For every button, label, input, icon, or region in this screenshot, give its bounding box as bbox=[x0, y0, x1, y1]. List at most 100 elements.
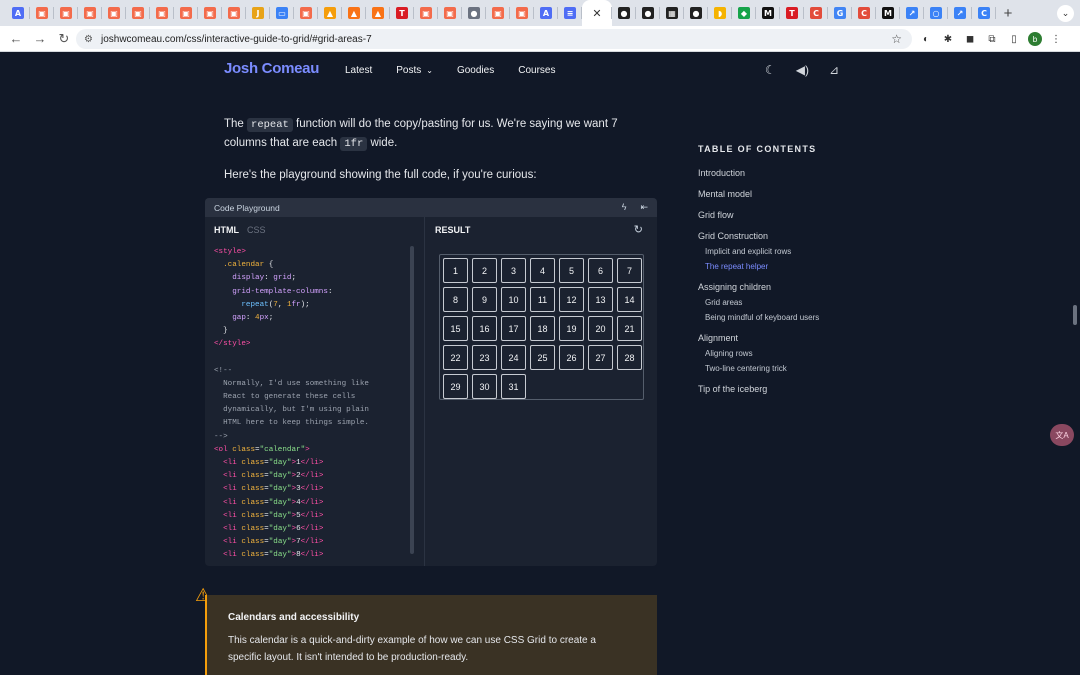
reload-icon[interactable]: ↻ bbox=[52, 27, 76, 51]
code-content[interactable]: <style> .calendar { display: grid; grid-… bbox=[214, 246, 414, 558]
nav-courses[interactable]: Courses bbox=[518, 65, 555, 76]
menu-icon[interactable]: ⋮ bbox=[1048, 31, 1064, 47]
browser-tab[interactable]: M bbox=[756, 0, 780, 26]
browser-tab[interactable]: C bbox=[972, 0, 996, 26]
nav-goodies[interactable]: Goodies bbox=[457, 65, 494, 76]
browser-tab[interactable]: C bbox=[804, 0, 828, 26]
toc-item[interactable]: Tip of the iceberg bbox=[698, 384, 767, 394]
toc-item[interactable]: Assigning children bbox=[698, 282, 771, 292]
back-icon[interactable]: ← bbox=[4, 27, 28, 51]
puzzle-icon[interactable]: ⧉ bbox=[984, 31, 1000, 47]
browser-tab[interactable]: ▣ bbox=[174, 0, 198, 26]
browser-tab[interactable]: ▣ bbox=[30, 0, 54, 26]
browser-tab[interactable]: ▣ bbox=[54, 0, 78, 26]
browser-tab[interactable]: A bbox=[534, 0, 558, 26]
page-scrollbar[interactable] bbox=[1073, 305, 1077, 325]
code-token: ; bbox=[268, 313, 274, 322]
browser-tab[interactable]: T bbox=[780, 0, 804, 26]
code-editor[interactable]: HTML CSS <style> .calendar { display: gr… bbox=[205, 217, 425, 566]
browser-tab-strip: A ▣ ▣ ▣ ▣ ▣ ▣ ▣ ▣ ▣ J ▭ ▣ ▲ ▲ ▲ T ▣ ▣ ● ▣ ▣ A ≡ ✕ ● ● ▦ ● ◗ ◆ M T C G C M ↗… bbox=[0, 0, 1080, 26]
close-icon[interactable]: ✕ bbox=[592, 7, 601, 20]
browser-tab[interactable]: ● bbox=[612, 0, 636, 26]
browser-tab[interactable]: A bbox=[6, 0, 30, 26]
browser-tab[interactable]: ▣ bbox=[294, 0, 318, 26]
editor-scrollbar[interactable] bbox=[410, 246, 414, 554]
browser-tab[interactable]: ▣ bbox=[486, 0, 510, 26]
browser-tab[interactable]: M bbox=[876, 0, 900, 26]
browser-tab[interactable]: ▲ bbox=[318, 0, 342, 26]
toc-item[interactable]: Grid flow bbox=[698, 210, 734, 220]
browser-tab[interactable]: T bbox=[390, 0, 414, 26]
code-line: .calendar { bbox=[214, 259, 414, 272]
browser-tab[interactable]: ▣ bbox=[222, 0, 246, 26]
browser-tab[interactable]: C bbox=[852, 0, 876, 26]
toc-item[interactable]: Introduction bbox=[698, 168, 745, 178]
browser-tab[interactable]: ▣ bbox=[510, 0, 534, 26]
browser-tab[interactable]: ● bbox=[636, 0, 660, 26]
lightning-icon[interactable]: ϟ bbox=[622, 202, 627, 213]
browser-tab[interactable]: ▣ bbox=[150, 0, 174, 26]
toc-item[interactable]: Implicit and explicit rows bbox=[705, 247, 791, 256]
tab-search-icon[interactable]: ⌄ bbox=[1057, 5, 1074, 22]
js-icon: J bbox=[252, 7, 264, 19]
browser-tab[interactable]: ◆ bbox=[732, 0, 756, 26]
react-devtools-icon[interactable]: ✱ bbox=[940, 31, 956, 47]
browser-tab[interactable]: ● bbox=[462, 0, 486, 26]
browser-tab[interactable]: ↗ bbox=[900, 0, 924, 26]
moon-icon[interactable]: ☾ bbox=[765, 63, 776, 77]
avatar[interactable]: b bbox=[1028, 32, 1042, 46]
nav-posts[interactable]: Posts ⌄ bbox=[396, 65, 433, 76]
toc-item[interactable]: Grid Construction bbox=[698, 231, 768, 241]
browser-tab[interactable]: ▦ bbox=[660, 0, 684, 26]
browser-tab[interactable]: ▣ bbox=[126, 0, 150, 26]
browser-tab[interactable]: ○ bbox=[924, 0, 948, 26]
browser-tab[interactable]: ◗ bbox=[708, 0, 732, 26]
browser-tab[interactable]: ▣ bbox=[438, 0, 462, 26]
forward-icon[interactable]: → bbox=[28, 27, 52, 51]
rss-icon[interactable]: ⊿ bbox=[829, 63, 839, 77]
nav-latest[interactable]: Latest bbox=[345, 65, 372, 76]
site-logo[interactable]: Josh Comeau bbox=[224, 60, 319, 77]
browser-tab[interactable]: J bbox=[246, 0, 270, 26]
toc-item[interactable]: Two-line centering trick bbox=[705, 364, 787, 373]
toc-item[interactable]: Alignment bbox=[698, 333, 738, 343]
toc-item[interactable]: Aligning rows bbox=[705, 349, 753, 358]
tab-css[interactable]: CSS bbox=[247, 225, 266, 235]
browser-tab[interactable]: ▲ bbox=[366, 0, 390, 26]
translate-widget-icon[interactable]: 文A bbox=[1050, 424, 1074, 446]
browser-tab[interactable]: ▣ bbox=[198, 0, 222, 26]
calendar-day: 31 bbox=[501, 374, 526, 399]
browser-tab[interactable]: ● bbox=[684, 0, 708, 26]
browser-tab[interactable]: ▲ bbox=[342, 0, 366, 26]
browser-tab[interactable]: ▣ bbox=[78, 0, 102, 26]
github-icon: ● bbox=[642, 7, 654, 19]
speaker-icon[interactable]: ◀) bbox=[796, 63, 809, 77]
browser-tab[interactable]: ▣ bbox=[102, 0, 126, 26]
tab-active[interactable]: ✕ bbox=[582, 0, 612, 26]
url-text: joshwcomeau.com/css/interactive-guide-to… bbox=[100, 33, 372, 45]
browser-tab[interactable]: G bbox=[828, 0, 852, 26]
browser-tab[interactable]: ▣ bbox=[414, 0, 438, 26]
browser-tab[interactable]: ↗ bbox=[948, 0, 972, 26]
toc-item[interactable]: Grid areas bbox=[705, 298, 742, 307]
tab-html[interactable]: HTML bbox=[214, 225, 239, 235]
address-bar[interactable]: ⚙ joshwcomeau.com/css/interactive-guide-… bbox=[76, 29, 912, 49]
refresh-icon[interactable]: ↻ bbox=[634, 223, 643, 236]
extension-icon[interactable]: ◼ bbox=[962, 31, 978, 47]
site-info-icon[interactable]: ⚙ bbox=[84, 34, 93, 45]
toc-item[interactable]: Being mindful of keyboard users bbox=[705, 313, 819, 322]
collapse-icon[interactable]: ⇤ bbox=[640, 202, 648, 213]
browser-tab[interactable]: ▭ bbox=[270, 0, 294, 26]
bookmark-star-icon[interactable]: ☆ bbox=[891, 32, 902, 46]
toc-item[interactable]: The repeat helper bbox=[705, 262, 768, 271]
extension-icon[interactable]: ◐ bbox=[918, 31, 934, 47]
toc-item[interactable]: Mental model bbox=[698, 189, 752, 199]
code-line: --> bbox=[214, 431, 414, 444]
code-line: display: grid; bbox=[214, 272, 414, 285]
sidebar-icon[interactable]: ▯ bbox=[1006, 31, 1022, 47]
code-token: <!-- bbox=[214, 366, 233, 375]
code-token: </li> bbox=[300, 551, 324, 558]
browser-tab[interactable]: ≡ bbox=[558, 0, 582, 26]
new-tab-icon[interactable]: + bbox=[996, 5, 1020, 22]
